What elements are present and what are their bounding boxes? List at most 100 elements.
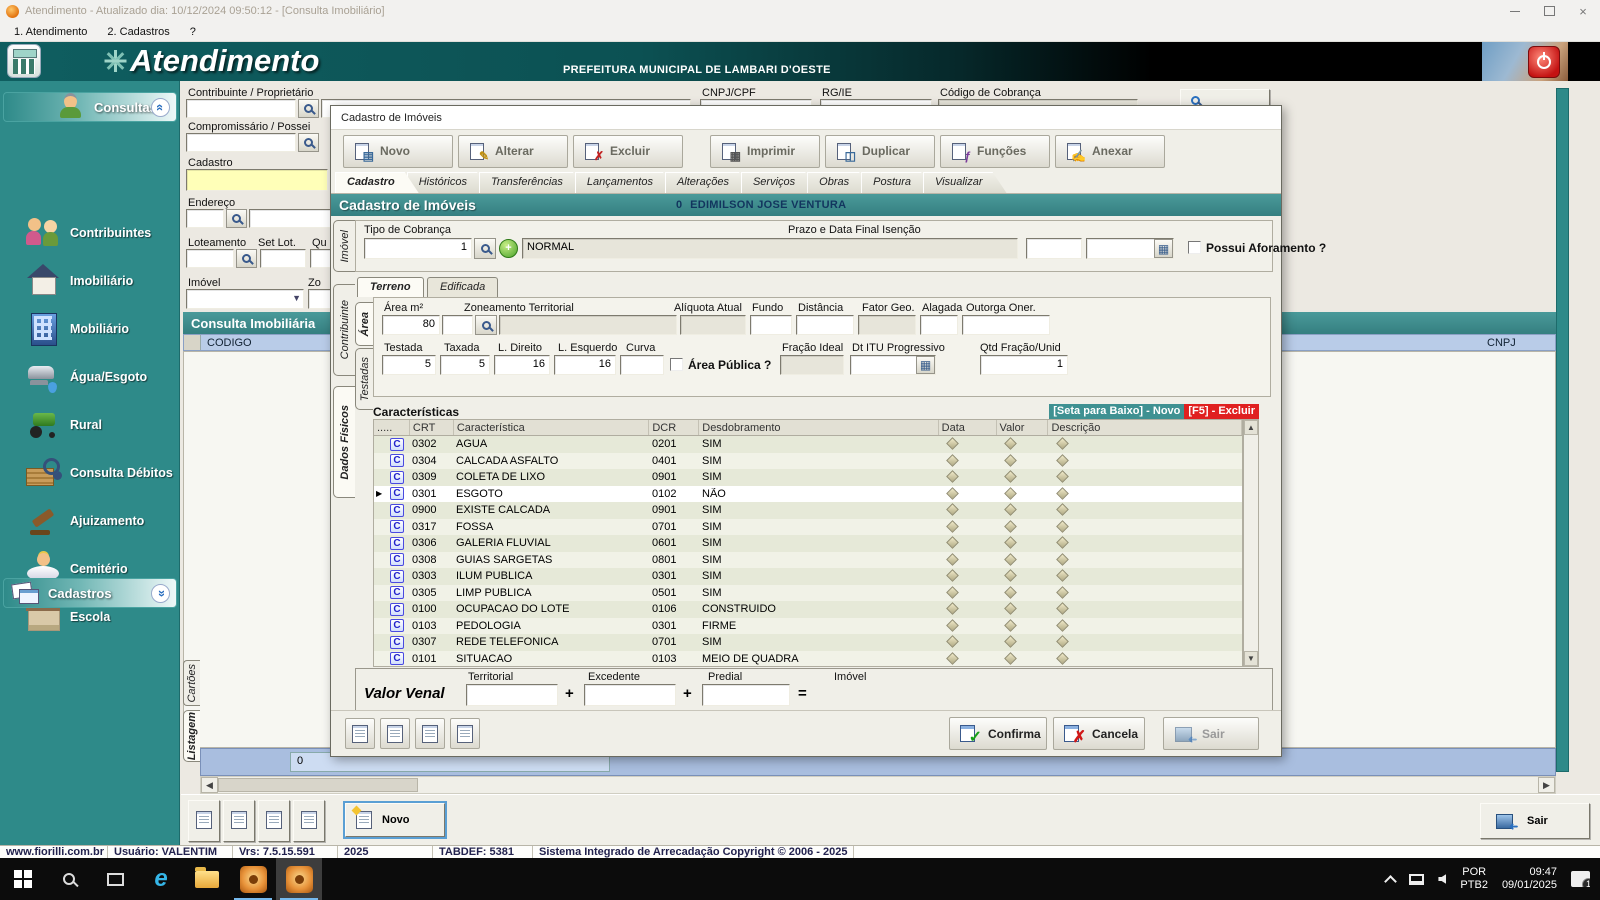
tag-icon[interactable] xyxy=(1056,503,1069,516)
aux-button-4[interactable] xyxy=(450,718,480,749)
vertical-scrollbar[interactable]: ▲ ▼ xyxy=(1243,419,1259,667)
funcoes-toolbar-button[interactable]: Funções xyxy=(940,135,1050,168)
confirma-button[interactable]: Confirma xyxy=(949,717,1047,750)
area-m2-input[interactable]: 80 xyxy=(382,315,440,335)
table-row[interactable]: C0101SITUACAO0103MEIO DE QUADRA xyxy=(374,651,1242,668)
table-row[interactable]: C0309COLETA DE LIXO0901SIM xyxy=(374,469,1242,486)
tag-icon[interactable] xyxy=(946,487,959,500)
distancia-input[interactable] xyxy=(796,315,854,335)
characteristic-icon[interactable]: C xyxy=(390,586,404,599)
tag-icon[interactable] xyxy=(1056,635,1069,648)
taskbar-search-button[interactable] xyxy=(46,858,92,900)
sair-button[interactable]: Sair xyxy=(1480,803,1590,839)
scroll-right-button[interactable]: ▶ xyxy=(1538,777,1555,793)
characteristic-icon[interactable]: C xyxy=(390,438,404,451)
sidebar-item-agua-esgoto[interactable]: Água/Esgoto xyxy=(0,353,180,401)
maximize-button[interactable] xyxy=(1532,0,1566,22)
table-row[interactable]: C0303ILUM PUBLICA0301SIM xyxy=(374,568,1242,585)
characteristic-icon[interactable]: C xyxy=(390,487,404,500)
tab-visualizar[interactable]: Visualizar xyxy=(923,172,1007,193)
tag-icon[interactable] xyxy=(1004,454,1017,467)
menu-item-2-cadastros[interactable]: 2. Cadastros xyxy=(99,24,177,40)
dialog-title-bar[interactable]: Cadastro de Imóveis xyxy=(331,106,1281,130)
tag-icon[interactable] xyxy=(1004,520,1017,533)
tag-icon[interactable] xyxy=(1004,487,1017,500)
ldireito-input[interactable]: 16 xyxy=(494,355,550,375)
nav-first-button[interactable]: « xyxy=(188,800,220,842)
collapse-chevron-icon[interactable]: « xyxy=(151,98,170,117)
sidebar-group-consultas[interactable]: Consultas « xyxy=(3,92,177,122)
tag-icon[interactable] xyxy=(1004,437,1017,450)
tag-icon[interactable] xyxy=(946,520,959,533)
characteristic-icon[interactable]: C xyxy=(390,636,404,649)
minimize-button[interactable] xyxy=(1498,0,1532,22)
close-button[interactable]: × xyxy=(1566,0,1600,22)
setlot-input[interactable] xyxy=(260,249,306,268)
calendar-icon[interactable] xyxy=(1154,239,1173,258)
endereco-codigo-input[interactable] xyxy=(186,209,224,228)
table-row[interactable]: C0100OCUPACAO DO LOTE0106CONSTRUIDO xyxy=(374,601,1242,618)
nav-next-button[interactable]: › xyxy=(258,800,290,842)
sidebar-item-mobiliario[interactable]: Mobiliário xyxy=(0,305,180,353)
characteristic-icon[interactable]: C xyxy=(390,652,404,665)
tab-terreno[interactable]: Terreno xyxy=(357,277,424,297)
cancela-button[interactable]: Cancela xyxy=(1053,717,1145,750)
tag-icon[interactable] xyxy=(946,553,959,566)
scroll-left-button[interactable]: ◀ xyxy=(201,777,218,793)
dialog-sair-button[interactable]: Sair xyxy=(1163,717,1259,750)
tag-icon[interactable] xyxy=(946,586,959,599)
tag-icon[interactable] xyxy=(1004,553,1017,566)
tag-icon[interactable] xyxy=(1056,569,1069,582)
duplicar-toolbar-button[interactable]: Duplicar xyxy=(825,135,935,168)
tag-icon[interactable] xyxy=(946,569,959,582)
nav-refresh-button[interactable]: ↻ xyxy=(293,800,325,842)
aux-button-2[interactable] xyxy=(380,718,410,749)
tag-icon[interactable] xyxy=(1004,536,1017,549)
tag-icon[interactable] xyxy=(1056,487,1069,500)
novo-toolbar-button[interactable]: Novo xyxy=(343,135,453,168)
testada-input[interactable]: 5 xyxy=(382,355,436,375)
tab-alteracoes[interactable]: Alterações xyxy=(665,172,753,193)
tag-icon[interactable] xyxy=(946,602,959,615)
start-button[interactable] xyxy=(0,858,46,900)
tag-icon[interactable] xyxy=(1004,569,1017,582)
nav-prev-button[interactable]: ‹ xyxy=(223,800,255,842)
tab-cadastro[interactable]: Cadastro xyxy=(335,172,419,193)
tray-chevron-icon[interactable] xyxy=(1385,875,1398,888)
app-window-1-button[interactable] xyxy=(230,858,276,900)
table-row[interactable]: C0304CALCADA ASFALTO0401SIM xyxy=(374,453,1242,470)
speaker-icon[interactable] xyxy=(1438,874,1446,884)
aux-button-1[interactable] xyxy=(345,718,375,749)
tag-icon[interactable] xyxy=(1004,602,1017,615)
side-tab-contribuinte[interactable]: Contribuinte xyxy=(333,284,355,376)
tag-icon[interactable] xyxy=(946,652,959,665)
quadra-input[interactable] xyxy=(310,249,331,268)
sidebar-group-cadastros[interactable]: Cadastros « xyxy=(3,578,177,608)
tag-icon[interactable] xyxy=(1056,619,1069,632)
contribuinte-search-button[interactable] xyxy=(298,99,319,118)
zoneamento-codigo-input[interactable] xyxy=(442,315,473,335)
endereco-input[interactable] xyxy=(249,209,331,228)
tag-icon[interactable] xyxy=(1056,437,1069,450)
tab-area[interactable]: Área xyxy=(355,302,373,346)
tag-icon[interactable] xyxy=(1056,536,1069,549)
prazo-input[interactable] xyxy=(1026,238,1082,259)
taxada-input[interactable]: 5 xyxy=(440,355,490,375)
menu-item-1-atendimento[interactable]: 1. Atendimento xyxy=(6,24,95,40)
menu-item-[interactable]: ? xyxy=(182,24,204,40)
characteristic-icon[interactable]: C xyxy=(390,603,404,616)
tag-icon[interactable] xyxy=(1056,586,1069,599)
tab-cartoes[interactable]: Cartões xyxy=(183,660,200,706)
tag-icon[interactable] xyxy=(1056,520,1069,533)
tag-icon[interactable] xyxy=(1056,470,1069,483)
table-row[interactable]: C0317FOSSA0701SIM xyxy=(374,519,1242,536)
network-icon[interactable] xyxy=(1409,874,1424,885)
table-row[interactable]: C0103PEDOLOGIA0301FIRME xyxy=(374,618,1242,635)
area-publica-checkbox[interactable] xyxy=(670,358,683,371)
tab-lancamentos[interactable]: Lançamentos xyxy=(575,172,677,193)
table-row[interactable]: C0305LIMP PUBLICA0501SIM xyxy=(374,585,1242,602)
sidebar-item-imobiliario[interactable]: Imobiliário xyxy=(0,257,180,305)
fundo-input[interactable] xyxy=(750,315,792,335)
tab-listagem[interactable]: Listagem xyxy=(183,710,200,762)
curva-input[interactable] xyxy=(620,355,664,375)
